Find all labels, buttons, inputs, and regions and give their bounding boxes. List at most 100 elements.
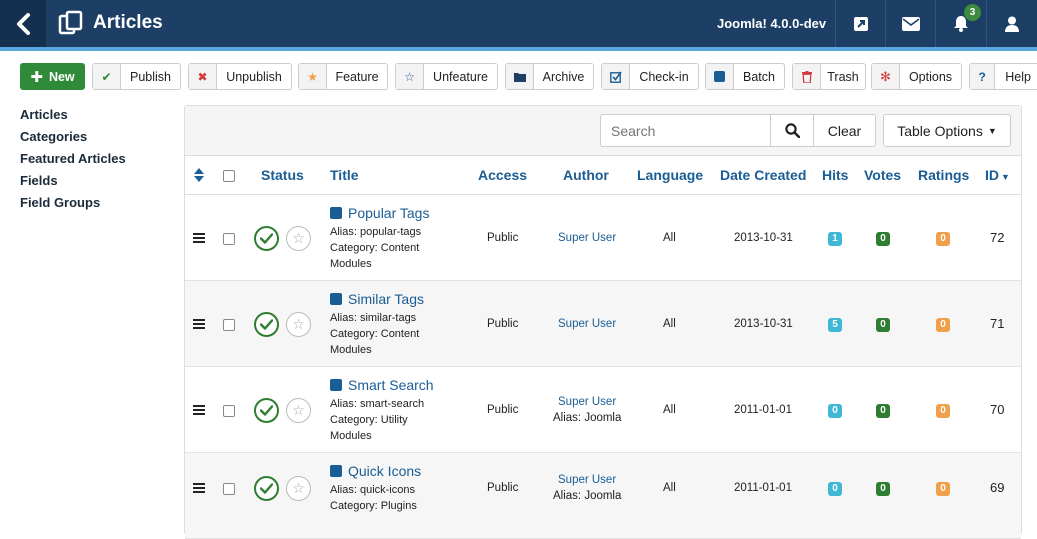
column-header-status[interactable]: Status xyxy=(261,167,304,183)
author-link[interactable]: Super User xyxy=(558,474,616,486)
column-header-id-label: ID xyxy=(985,167,999,183)
articles-icon xyxy=(58,10,83,35)
select-all-checkbox[interactable] xyxy=(223,170,235,182)
options-button[interactable]: ✻ Options xyxy=(871,63,962,90)
author-link[interactable]: Super User xyxy=(558,318,616,330)
checkin-button[interactable]: Check-in xyxy=(601,63,699,90)
hits-badge: 5 xyxy=(828,318,842,332)
article-alias: Alias: popular-tags xyxy=(330,226,422,238)
language-value: All xyxy=(663,318,676,330)
help-button[interactable]: ? Help xyxy=(969,63,1037,90)
date-value: 2011-01-01 xyxy=(734,482,792,494)
published-toggle[interactable] xyxy=(254,398,279,423)
published-toggle[interactable] xyxy=(254,476,279,501)
votes-badge: 0 xyxy=(876,232,890,246)
row-checkbox[interactable] xyxy=(223,233,235,245)
sidebar-item-categories[interactable]: Categories xyxy=(20,129,87,144)
article-category-cont[interactable]: Modules xyxy=(330,428,424,444)
article-meta: Alias: popular-tags Category: Content Mo… xyxy=(330,224,421,272)
trash-button[interactable]: Trash xyxy=(792,63,866,90)
site-link-button[interactable] xyxy=(835,0,885,47)
article-category-cont[interactable]: Modules xyxy=(330,342,419,358)
column-header-date-created[interactable]: Date Created xyxy=(720,167,806,183)
featured-toggle[interactable]: ☆ xyxy=(286,398,311,423)
article-title-link[interactable]: Smart Search xyxy=(330,377,434,393)
column-header-votes[interactable]: Votes xyxy=(864,167,901,183)
access-value: Public xyxy=(487,482,519,494)
feature-label: Feature xyxy=(335,69,379,84)
row-checkbox[interactable] xyxy=(223,319,235,331)
author-link[interactable]: Super User xyxy=(558,396,616,408)
article-title-link[interactable]: Popular Tags xyxy=(330,205,429,221)
article-category[interactable]: Category: Content xyxy=(330,326,419,342)
ratings-badge: 0 xyxy=(936,404,950,418)
publish-button[interactable]: ✔ Publish xyxy=(92,63,181,90)
feature-button[interactable]: ★ Feature xyxy=(298,63,388,90)
access-value: Public xyxy=(487,404,519,416)
search-input[interactable] xyxy=(600,114,771,147)
drag-handle-icon[interactable] xyxy=(193,319,205,329)
article-category-cont[interactable]: Modules xyxy=(330,256,421,272)
column-header-id[interactable]: ID ▼ xyxy=(985,167,1010,183)
sidebar-item-featured-articles[interactable]: Featured Articles xyxy=(20,151,126,166)
archive-button[interactable]: Archive xyxy=(505,63,594,90)
published-toggle[interactable] xyxy=(254,312,279,337)
star-outline-icon: ☆ xyxy=(292,316,305,332)
messages-button[interactable] xyxy=(885,0,935,47)
row-checkbox[interactable] xyxy=(223,405,235,417)
featured-toggle[interactable]: ☆ xyxy=(286,226,311,251)
drag-handle-icon[interactable] xyxy=(193,405,205,415)
unfeature-button[interactable]: ☆ Unfeature xyxy=(395,63,498,90)
sidebar-item-articles[interactable]: Articles xyxy=(20,107,68,122)
check-icon xyxy=(260,233,273,244)
article-title-link[interactable]: Similar Tags xyxy=(330,291,424,307)
star-outline-icon: ☆ xyxy=(292,480,305,496)
column-header-title[interactable]: Title xyxy=(330,167,359,183)
version-label[interactable]: Joomla! 4.0.0-dev xyxy=(717,16,826,31)
article-alias: Alias: similar-tags xyxy=(330,312,417,324)
unfeature-label: Unfeature xyxy=(433,69,488,84)
user-icon xyxy=(1005,16,1019,32)
votes-badge: 0 xyxy=(876,318,890,332)
article-title: Quick Icons xyxy=(348,463,422,479)
article-category[interactable]: Category: Content xyxy=(330,240,421,256)
table-options-button[interactable]: Table Options ▼ xyxy=(883,114,1011,147)
x-icon: ✖ xyxy=(189,64,217,89)
column-header-access[interactable]: Access xyxy=(478,167,527,183)
trash-icon xyxy=(793,64,821,89)
notifications-button[interactable]: 3 xyxy=(935,0,985,47)
batch-label: Batch xyxy=(743,69,775,84)
notification-count-badge: 3 xyxy=(964,4,981,21)
author-alias: Alias: Joomla xyxy=(553,490,622,502)
column-header-language[interactable]: Language xyxy=(637,167,703,183)
back-button[interactable] xyxy=(0,0,46,47)
row-checkbox[interactable] xyxy=(223,483,235,495)
sidebar-item-fields[interactable]: Fields xyxy=(20,173,58,188)
drag-handle-icon[interactable] xyxy=(193,483,205,493)
author-link[interactable]: Super User xyxy=(558,232,616,244)
user-menu-button[interactable] xyxy=(986,0,1037,47)
column-header-ratings[interactable]: Ratings xyxy=(918,167,969,183)
article-title-link[interactable]: Quick Icons xyxy=(330,463,421,479)
unpublish-button[interactable]: ✖ Unpublish xyxy=(188,63,292,90)
new-button[interactable]: ✚ New xyxy=(20,63,85,90)
article-category[interactable]: Category: Plugins xyxy=(330,498,417,514)
published-toggle[interactable] xyxy=(254,226,279,251)
featured-toggle[interactable]: ☆ xyxy=(286,476,311,501)
column-header-hits[interactable]: Hits xyxy=(822,167,848,183)
search-button[interactable] xyxy=(770,114,814,147)
star-filled-icon: ★ xyxy=(299,64,327,89)
column-header-author[interactable]: Author xyxy=(563,167,609,183)
ordering-sort-icon[interactable] xyxy=(194,168,204,187)
id-value: 69 xyxy=(990,480,1005,495)
batch-button[interactable]: Batch xyxy=(705,63,785,90)
question-icon: ? xyxy=(970,64,996,89)
clear-button[interactable]: Clear xyxy=(813,114,876,147)
id-value: 70 xyxy=(990,402,1005,417)
sidebar-item-field-groups[interactable]: Field Groups xyxy=(20,195,100,210)
drag-handle-icon[interactable] xyxy=(193,233,205,243)
plus-icon: ✚ xyxy=(30,68,43,86)
article-category[interactable]: Category: Utility xyxy=(330,412,424,428)
article-alias: Alias: smart-search xyxy=(330,398,425,410)
featured-toggle[interactable]: ☆ xyxy=(286,312,311,337)
